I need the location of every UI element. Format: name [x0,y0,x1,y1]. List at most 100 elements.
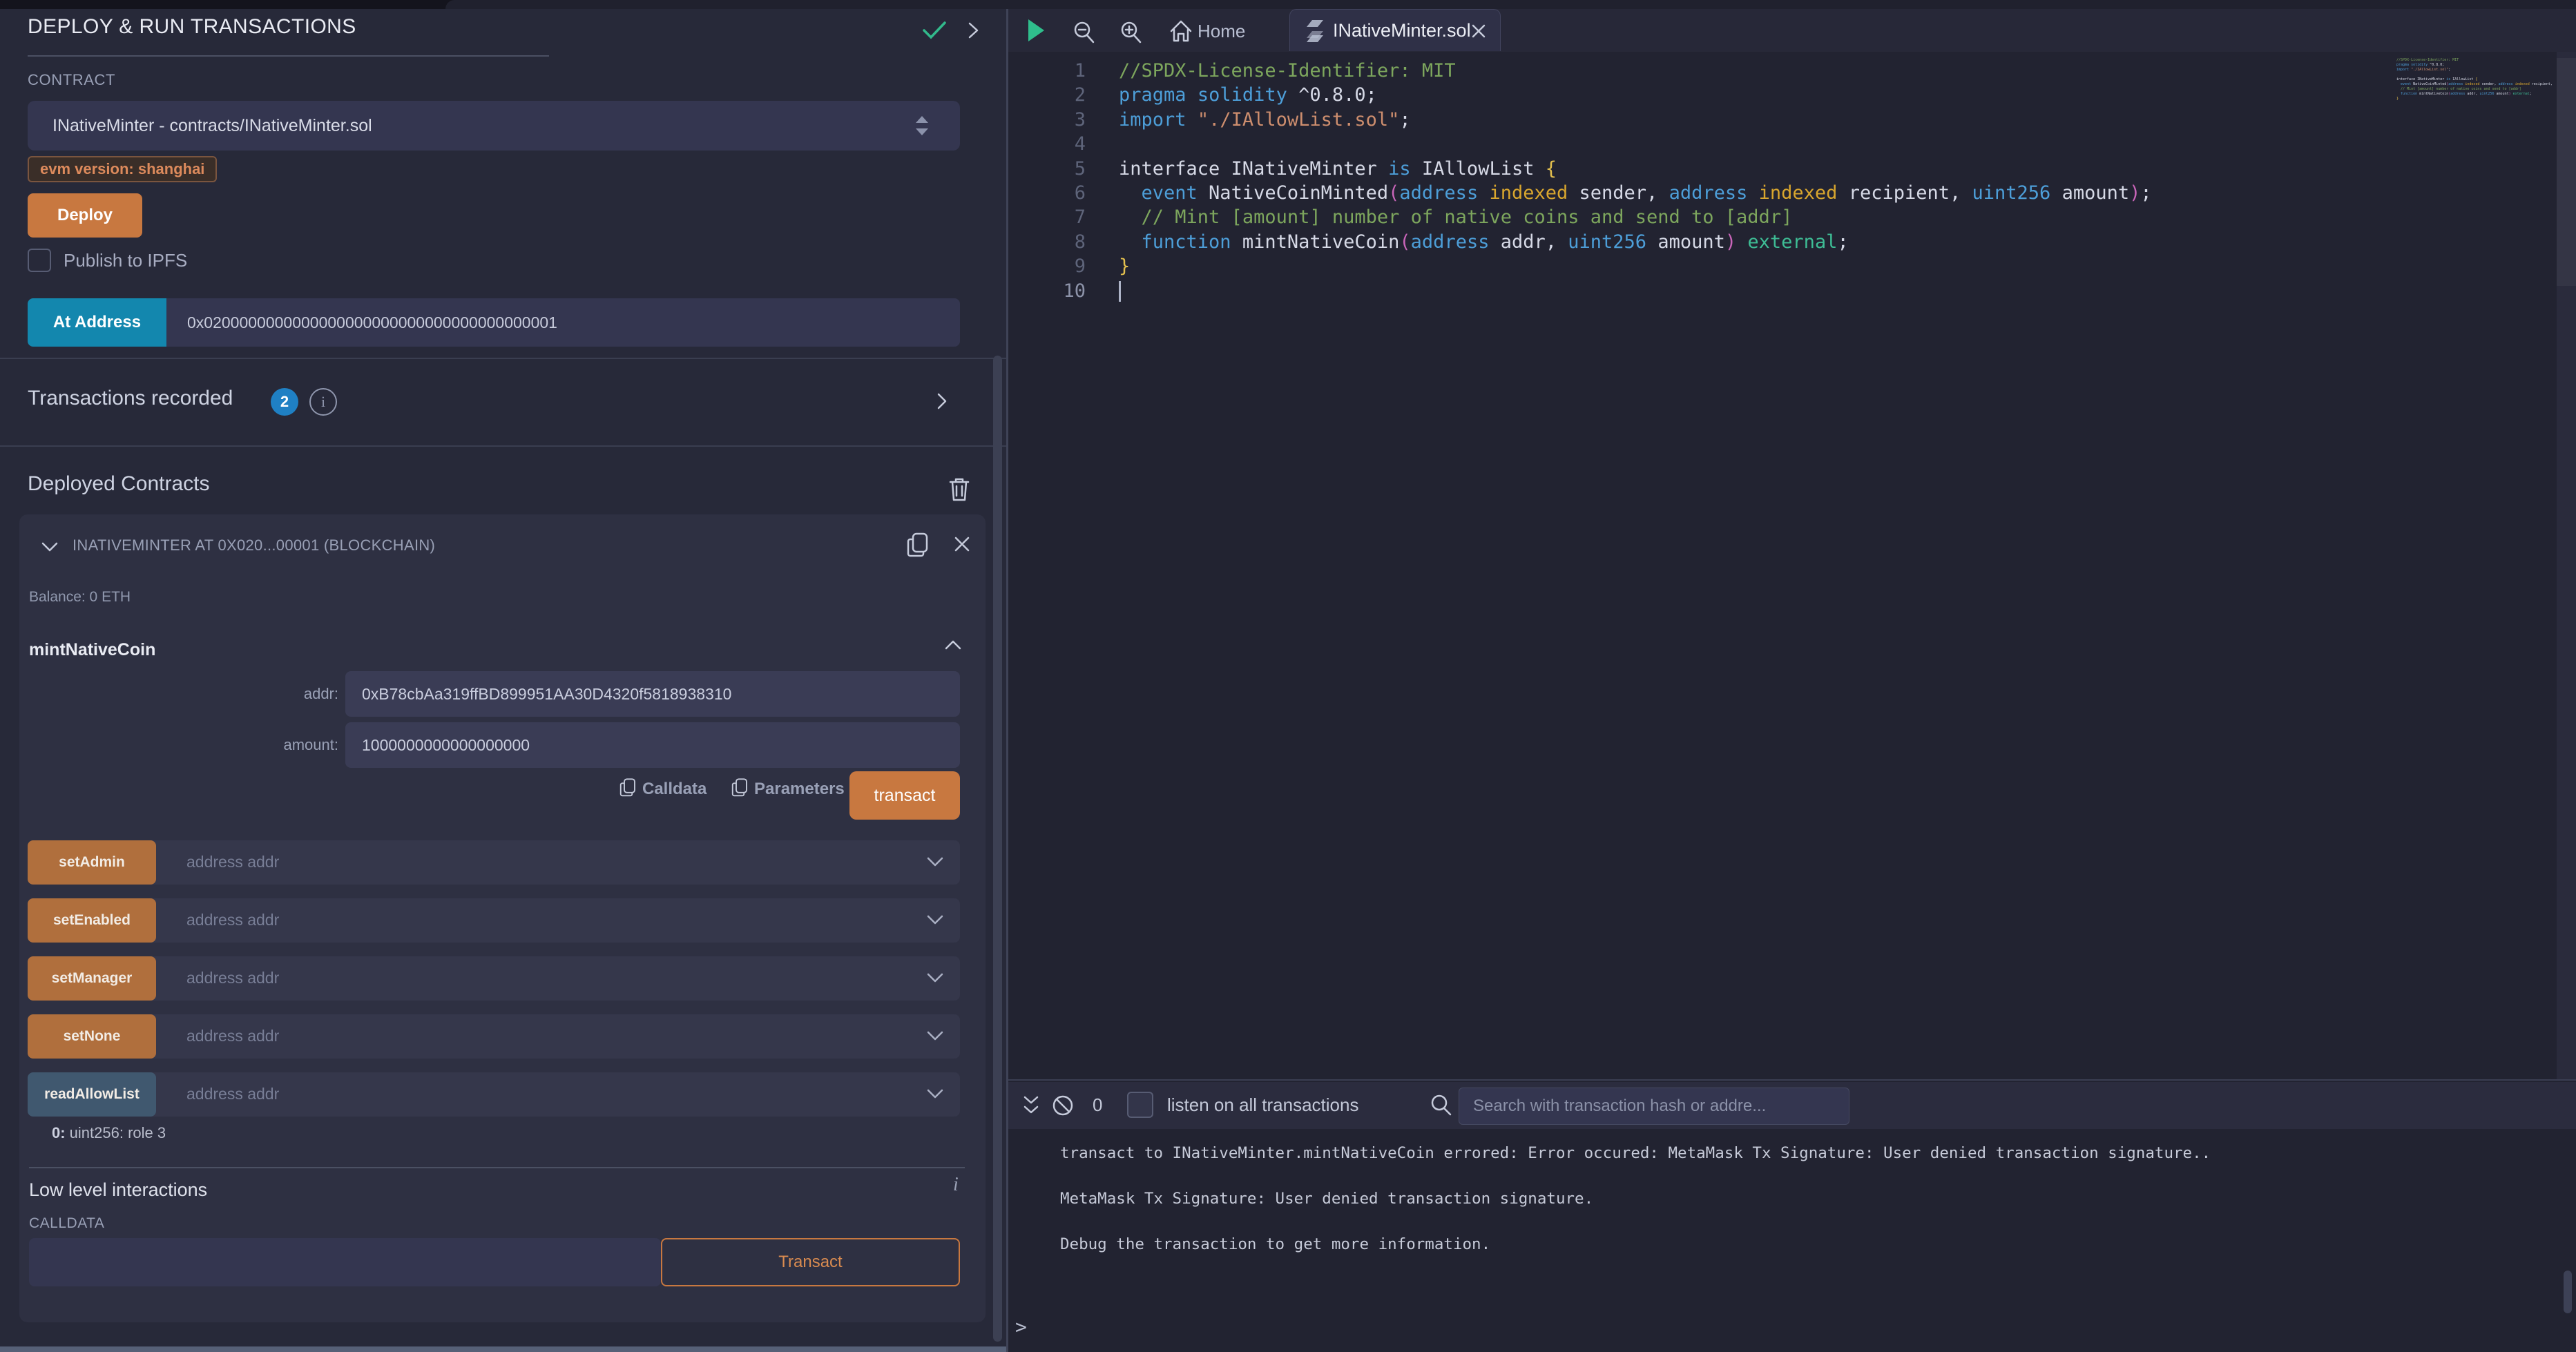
contract-select[interactable]: INativeMinter - contracts/INativeMinter.… [28,101,960,151]
function-row-setAdmin: setAdmin address addr [28,840,960,885]
code-text: import "./IAllowList.sol"; [1119,108,1411,133]
line-number: 4 [1008,132,1086,157]
addr-field-input[interactable]: 0xB78cbAa319ffBD899951AA30D4320f58189383… [345,671,960,717]
deploy-button[interactable]: Deploy [28,193,142,238]
copy-calldata-label[interactable]: Calldata [642,780,707,799]
copy-calldata-icon[interactable] [618,775,639,800]
code-line-5[interactable]: 5interface INativeMinter is IAllowList { [1008,157,2576,182]
readAllowList-arg-input[interactable]: address addr [186,1085,279,1103]
code-line-8[interactable]: 8 function mintNativeCoin(address addr, … [1008,230,2576,255]
panel-resize-handle[interactable] [0,1346,1006,1352]
line-number: 5 [1008,157,1086,182]
section-divider [0,358,1006,359]
terminal-log-line: transact to INativeMinter.mintNativeCoin… [1060,1144,2211,1162]
code-line-10[interactable]: 10 [1008,279,2576,304]
line-number: 8 [1008,230,1086,255]
expand-function-icon[interactable] [925,1030,945,1042]
trash-icon[interactable] [948,475,971,503]
deployed-contracts-title: Deployed Contracts [28,472,209,496]
setAdmin-arg-input[interactable]: address addr [186,853,279,871]
terminal-scrollbar-thumb[interactable] [2564,1271,2572,1313]
expand-function-icon[interactable] [925,914,945,926]
low-level-info-icon[interactable]: i [953,1174,959,1196]
expand-function-icon[interactable] [925,1088,945,1100]
pending-tx-count: 0 [1093,1094,1102,1116]
run-script-icon[interactable] [1026,18,1046,43]
setEnabled-arg-input[interactable]: address addr [186,911,279,929]
panel-title: DEPLOY & RUN TRANSACTIONS [28,15,356,39]
listen-checkbox[interactable] [1127,1092,1153,1118]
code-editor[interactable]: 1//SPDX-License-Identifier: MIT2 pragma s… [1008,52,2576,1079]
contract-balance: Balance: 0 ETH [29,589,131,606]
readAllowList-button[interactable]: readAllowList [28,1072,156,1117]
line-number: 2 [1008,83,1086,108]
code-text: pragma solidity ^0.8.0; [1119,83,1377,108]
terminal-prompt[interactable]: > [1015,1315,1027,1338]
copy-address-icon[interactable] [905,530,932,561]
terminal-search-input[interactable] [1459,1088,1863,1124]
calldata-label: CALLDATA [29,1215,104,1232]
panel-scrollbar[interactable] [993,356,1002,1342]
amount-field-input[interactable]: 1000000000000000000 [345,722,960,768]
code-line-1[interactable]: 1//SPDX-License-Identifier: MIT [1008,59,2576,84]
contract-collapse-icon[interactable] [40,541,59,553]
title-underline [28,55,549,57]
tab-close-icon[interactable] [1471,23,1486,39]
calldata-input[interactable] [29,1238,661,1286]
setManager-arg-input[interactable]: address addr [186,969,279,987]
deployed-contract-card: INATIVEMINTER AT 0X020...00001 (BLOCKCHA… [19,514,986,1322]
line-number: 7 [1008,205,1086,230]
setNone-arg-input[interactable]: address addr [186,1027,279,1045]
remix-ide-window: DEPLOY & RUN TRANSACTIONS CONTRACT INati… [0,0,2576,1352]
tab-inativeminter-sol[interactable]: INativeMinter.sol [1289,9,1501,51]
transactions-info-icon[interactable]: i [309,388,337,416]
publish-ipfs-label: Publish to IPFS [64,250,187,271]
code-line-7[interactable]: 7 // Mint [amount] number of native coin… [1008,205,2576,230]
compile-success-check-icon [921,19,948,41]
panel-expand-icon[interactable] [964,19,982,41]
remove-contract-icon[interactable] [953,535,971,553]
setManager-button[interactable]: setManager [28,956,156,1001]
code-text: function mintNativeCoin(address addr, ui… [1119,230,1849,255]
evm-version-badge: evm version: shanghai [28,156,217,182]
low-level-transact-button[interactable]: Transact [661,1238,960,1286]
window-top-strip-right [445,0,2576,9]
code-line-9[interactable]: 9} [1008,254,2576,279]
line-number: 6 [1008,181,1086,206]
home-tab[interactable]: Home [1198,21,1245,42]
expand-function-icon[interactable] [925,856,945,868]
setAdmin-button[interactable]: setAdmin [28,840,156,885]
clear-console-icon[interactable] [1051,1094,1075,1117]
editor-minimap[interactable]: //SPDX-License-Identifier: MITpragma sol… [2396,58,2554,106]
code-line-4[interactable]: 4 [1008,132,2576,157]
expand-function-icon[interactable] [925,972,945,984]
terminal-search-field [1459,1088,1849,1125]
zoom-out-icon[interactable] [1072,20,1097,45]
copy-parameters-label[interactable]: Parameters [754,780,845,799]
function-row-readAllowList: readAllowList address addr [28,1072,960,1117]
copy-parameters-icon[interactable] [730,775,751,800]
terminal-collapse-icon[interactable] [1021,1093,1041,1118]
setEnabled-button[interactable]: setEnabled [28,898,156,943]
terminal-log-line: Debug the transaction to get more inform… [1060,1235,1490,1253]
transact-button[interactable]: transact [849,771,960,820]
terminal-toolbar: 0 listen on all transactions [1008,1082,2576,1129]
code-line-6[interactable]: 6 event NativeCoinMinted(address indexed… [1008,181,2576,206]
read-result: 0: uint256: role 3 [52,1124,166,1142]
search-icon [1430,1094,1453,1117]
code-line-2[interactable]: 2 pragma solidity ^0.8.0; [1008,83,2576,108]
transactions-expand-icon[interactable] [934,391,950,412]
home-tab-icon[interactable] [1169,19,1193,44]
function-collapse-icon[interactable] [943,639,963,651]
at-address-value: 0x02000000000000000000000000000000000000… [187,313,557,332]
code-line-3[interactable]: 3import "./IAllowList.sol"; [1008,108,2576,133]
publish-ipfs-checkbox[interactable] [28,249,51,272]
addr-field-label: addr: [228,685,338,703]
editor-scrollbar-thumb[interactable] [2557,58,2576,286]
code-text: event NativeCoinMinted(address indexed s… [1119,181,2152,206]
setNone-button[interactable]: setNone [28,1014,156,1059]
function-row-setEnabled: setEnabled address addr [28,898,960,943]
zoom-in-icon[interactable] [1119,20,1144,45]
at-address-button[interactable]: At Address [28,298,166,347]
at-address-input[interactable]: 0x02000000000000000000000000000000000000… [166,298,960,347]
